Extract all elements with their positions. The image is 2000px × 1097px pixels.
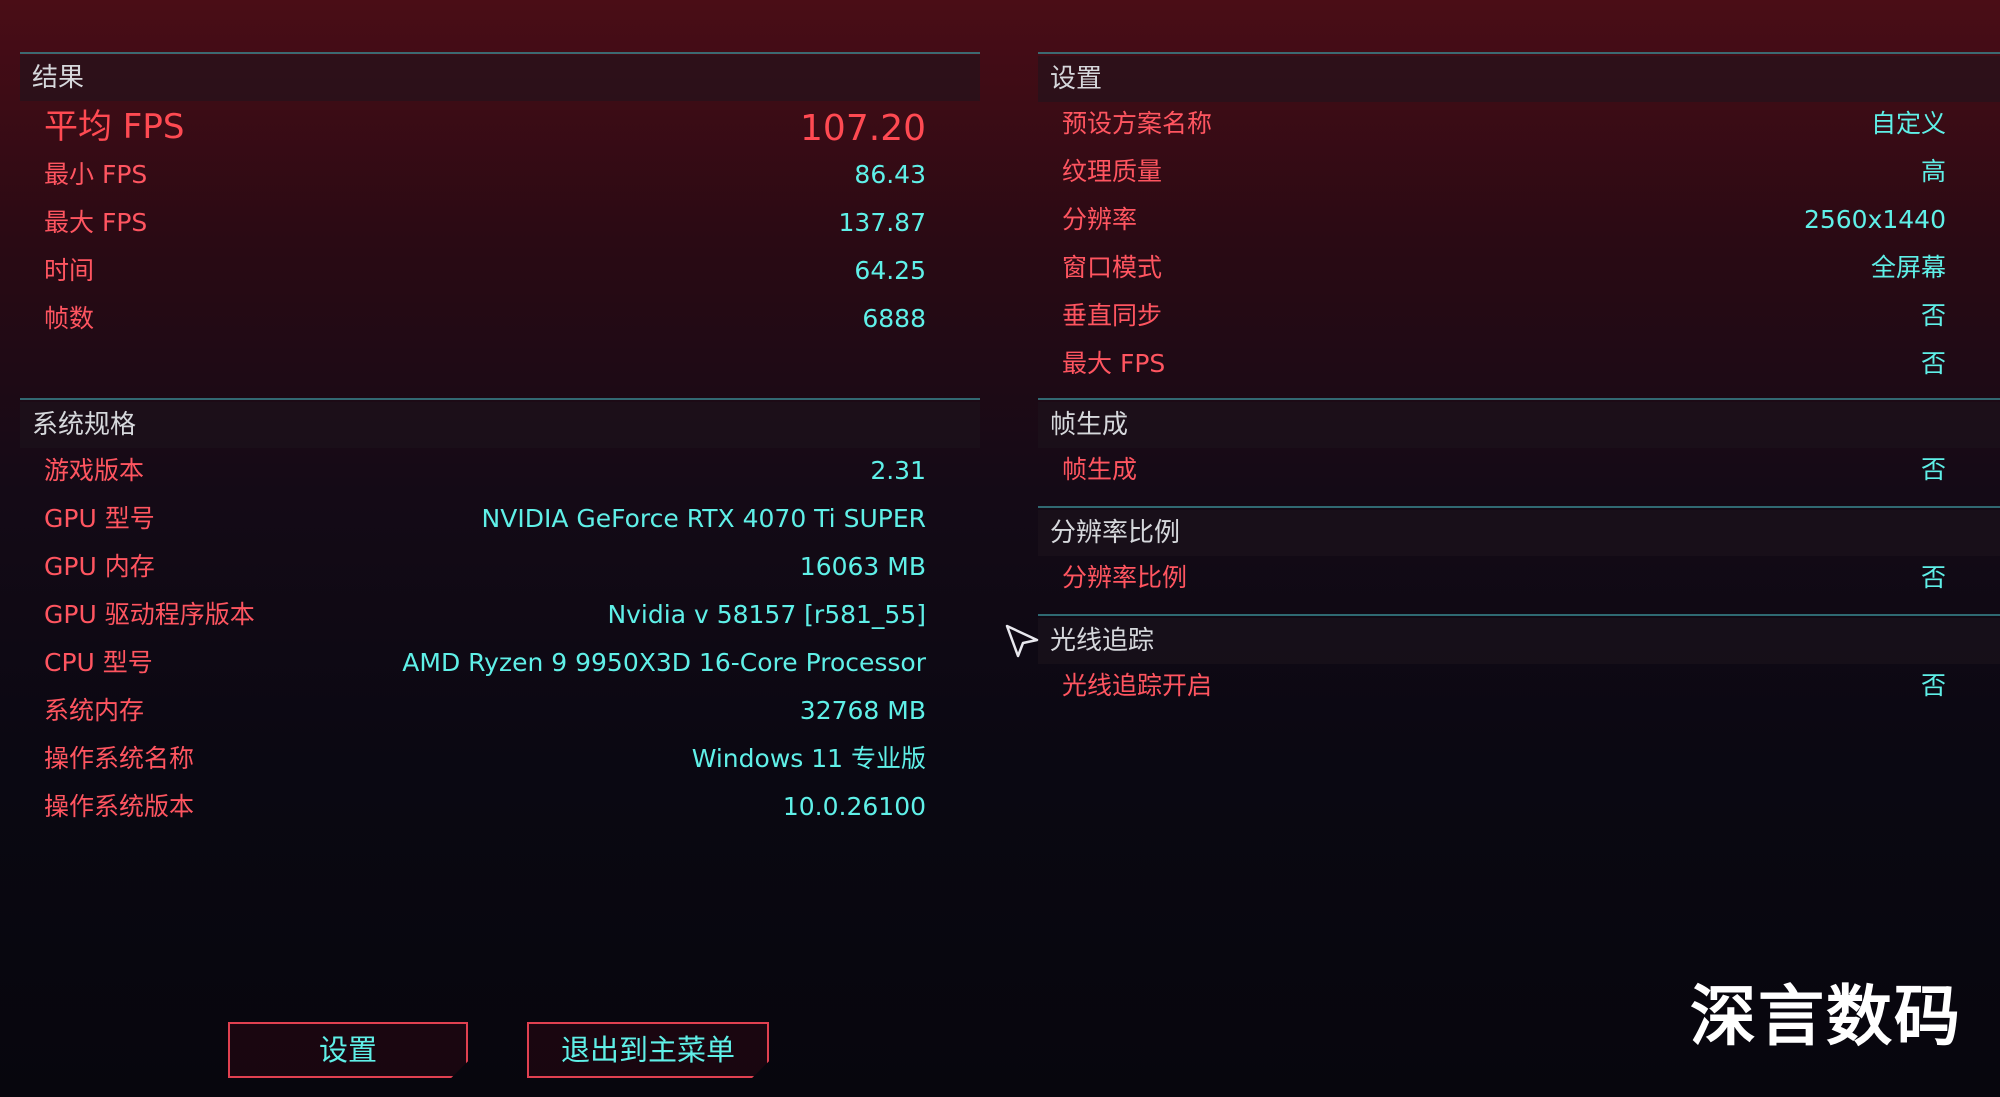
- setting-label: 预设方案名称: [1062, 109, 1213, 138]
- watermark-text: 深言数码: [1690, 978, 1962, 1055]
- setting-value: 否: [1920, 301, 1946, 330]
- result-value: 137.87: [838, 208, 926, 237]
- system-row-gpu-driver: GPU 驱动程序版本 Nvidia v 58157 [r581_55]: [20, 591, 980, 639]
- system-value: NVIDIA GeForce RTX 4070 Ti SUPER: [481, 504, 926, 533]
- result-label: 平均 FPS: [44, 107, 185, 147]
- setting-row-resolution: 分辨率 2560x1440: [1038, 196, 2000, 244]
- ray-tracing-divider: [1038, 614, 2000, 616]
- system-label: GPU 型号: [44, 504, 155, 533]
- frame-gen-divider: [1038, 398, 2000, 400]
- setting-row-texture-quality: 纹理质量 高: [1038, 148, 2000, 196]
- setting-value: 否: [1920, 349, 1946, 378]
- system-row-cpu-model: CPU 型号 AMD Ryzen 9 9950X3D 16-Core Proce…: [20, 639, 980, 687]
- result-value: 6888: [862, 304, 926, 333]
- setting-row-window-mode: 窗口模式 全屏幕: [1038, 244, 2000, 292]
- setting-value: 否: [1920, 455, 1946, 484]
- system-panel: 系统规格 游戏版本 2.31 GPU 型号 NVIDIA GeForce RTX…: [20, 398, 980, 838]
- result-value: 86.43: [854, 160, 926, 189]
- setting-label: 帧生成: [1062, 455, 1138, 484]
- result-row-max-fps: 最大 FPS 137.87: [20, 199, 980, 247]
- system-heading: 系统规格: [20, 402, 980, 448]
- exit-to-main-menu-button[interactable]: 退出到主菜单: [527, 1022, 769, 1078]
- results-divider: [20, 52, 980, 54]
- result-label: 帧数: [44, 304, 95, 333]
- frame-gen-heading: 帧生成: [1038, 402, 2000, 448]
- result-row-min-fps: 最小 FPS 86.43: [20, 151, 980, 199]
- setting-value: 否: [1920, 563, 1946, 592]
- system-row-os-name: 操作系统名称 Windows 11 专业版: [20, 735, 980, 783]
- system-value: AMD Ryzen 9 9950X3D 16-Core Processor: [402, 648, 926, 677]
- system-label: CPU 型号: [44, 648, 153, 677]
- system-label: 游戏版本: [44, 456, 145, 485]
- setting-value: 高: [1920, 157, 1946, 186]
- settings-button[interactable]: 设置: [228, 1022, 468, 1078]
- setting-label: 光线追踪开启: [1062, 671, 1213, 700]
- setting-row-max-fps: 最大 FPS 否: [1038, 340, 2000, 388]
- result-row-time: 时间 64.25: [20, 247, 980, 295]
- setting-row-preset: 预设方案名称 自定义: [1038, 100, 2000, 148]
- setting-row-vsync: 垂直同步 否: [1038, 292, 2000, 340]
- setting-row-frame-gen: 帧生成 否: [1038, 446, 2000, 494]
- setting-label: 垂直同步: [1062, 301, 1163, 330]
- setting-value: 自定义: [1870, 109, 1946, 138]
- settings-heading: 设置: [1038, 56, 2000, 102]
- res-scale-heading: 分辨率比例: [1038, 510, 2000, 556]
- setting-value: 否: [1920, 671, 1946, 700]
- result-label: 最小 FPS: [44, 160, 148, 189]
- arrow-cursor-icon: [1005, 624, 1039, 658]
- result-row-frames: 帧数 6888: [20, 295, 980, 343]
- system-value: 10.0.26100: [782, 792, 926, 821]
- system-label: 系统内存: [44, 696, 145, 725]
- result-label: 时间: [44, 256, 95, 285]
- system-label: GPU 内存: [44, 552, 155, 581]
- system-row-ram: 系统内存 32768 MB: [20, 687, 980, 735]
- results-heading: 结果: [20, 55, 980, 101]
- system-row-gpu-memory: GPU 内存 16063 MB: [20, 543, 980, 591]
- result-label: 最大 FPS: [44, 208, 148, 237]
- result-value: 107.20: [800, 108, 926, 149]
- setting-label: 最大 FPS: [1062, 349, 1166, 378]
- res-scale-divider: [1038, 506, 2000, 508]
- system-label: 操作系统名称: [44, 744, 195, 773]
- frame-gen-panel: 帧生成 帧生成 否: [1038, 398, 2000, 502]
- settings-divider: [1038, 52, 2000, 54]
- result-value: 64.25: [854, 256, 926, 285]
- system-label: GPU 驱动程序版本: [44, 600, 255, 629]
- res-scale-panel: 分辨率比例 分辨率比例 否: [1038, 506, 2000, 610]
- setting-row-res-scale: 分辨率比例 否: [1038, 554, 2000, 602]
- system-row-os-version: 操作系统版本 10.0.26100: [20, 783, 980, 831]
- system-value: 2.31: [870, 456, 926, 485]
- system-row-game-version: 游戏版本 2.31: [20, 447, 980, 495]
- setting-label: 分辨率比例: [1062, 563, 1188, 592]
- setting-label: 分辨率: [1062, 205, 1138, 234]
- system-divider: [20, 398, 980, 400]
- results-panel: 结果 平均 FPS 107.20 最小 FPS 86.43 最大 FPS 137…: [20, 52, 980, 392]
- system-label: 操作系统版本: [44, 792, 195, 821]
- system-value: Nvidia v 58157 [r581_55]: [607, 600, 926, 629]
- setting-value: 全屏幕: [1870, 253, 1946, 282]
- system-row-gpu-model: GPU 型号 NVIDIA GeForce RTX 4070 Ti SUPER: [20, 495, 980, 543]
- ray-tracing-panel: 光线追踪 光线追踪开启 否: [1038, 614, 2000, 718]
- settings-panel: 设置 预设方案名称 自定义 纹理质量 高 分辨率 2560x1440 窗口模式 …: [1038, 52, 2000, 392]
- system-value: 32768 MB: [799, 696, 926, 725]
- setting-label: 纹理质量: [1062, 157, 1163, 186]
- system-value: Windows 11 专业版: [691, 744, 926, 773]
- result-row-avg-fps: 平均 FPS 107.20: [20, 102, 980, 152]
- setting-label: 窗口模式: [1062, 253, 1163, 282]
- setting-row-ray-tracing: 光线追踪开启 否: [1038, 662, 2000, 710]
- setting-value: 2560x1440: [1803, 205, 1946, 234]
- system-value: 16063 MB: [799, 552, 926, 581]
- ray-tracing-heading: 光线追踪: [1038, 618, 2000, 664]
